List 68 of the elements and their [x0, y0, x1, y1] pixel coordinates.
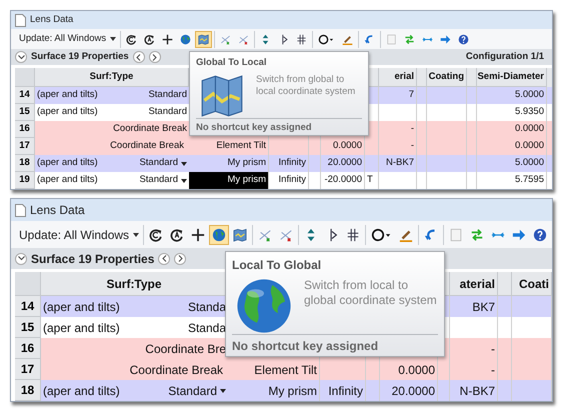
- table-cell-text: -: [410, 122, 414, 136]
- properties-title: Surface 19 Properties: [31, 250, 154, 268]
- table-cell-text: (aper and tilts): [37, 156, 98, 170]
- table-cell-text: N-BK7: [386, 156, 414, 170]
- tooltip-description: Switch from local to global coordinate system: [304, 278, 438, 309]
- table-cell-text: Standa: [188, 320, 226, 336]
- row-number: 18: [15, 155, 35, 172]
- table-cell-text: (aper and tilts): [37, 173, 98, 188]
- table-cell-text: Coordinate Break: [113, 122, 187, 136]
- table-cell-text: 5.0000: [514, 88, 544, 102]
- table-cell-text: Coordinate Break: [110, 139, 184, 154]
- table-cell-text: My prism: [268, 382, 317, 400]
- window-title: Lens Data: [30, 12, 74, 27]
- table-cell-text: Standard: [168, 382, 217, 400]
- table-cell-text: BK7: [472, 298, 495, 316]
- configuration-label: Configuration 1/1: [466, 50, 545, 64]
- row-number: 19: [15, 172, 35, 189]
- table-cell-text: Standard: [148, 88, 187, 102]
- table-cell-text: 7: [408, 88, 414, 102]
- table-cell-text: 20.0000: [392, 382, 435, 400]
- table-cell-text: -: [491, 362, 495, 378]
- window-title: Lens Data: [30, 202, 85, 219]
- table-cell-text: Element Tilt: [216, 139, 266, 154]
- properties-title: Surface 19 Properties: [31, 50, 129, 64]
- table-cell-text: -20.0000: [324, 173, 362, 188]
- table-cell-text: N-BK7: [460, 382, 495, 400]
- tooltip-title: Global To Local: [196, 56, 268, 70]
- table-cell-text: My prism: [227, 156, 266, 170]
- row-number: 15: [15, 104, 35, 121]
- table-cell-text: -: [491, 340, 495, 358]
- table-cell-text: My prism: [227, 173, 266, 188]
- table-cell-text: (aper and tilts): [37, 88, 98, 102]
- row-number: 14: [15, 296, 41, 317]
- table-cell-text: 5.9350: [514, 105, 544, 120]
- table-cell-text: 0.0000: [514, 122, 544, 136]
- table-cell-text: Standa: [188, 298, 226, 316]
- table-cell-text: 0.0000: [514, 139, 544, 154]
- table-cell-text: Infinity: [278, 173, 306, 188]
- shortcut-note: No shortcut key assigned: [232, 339, 378, 353]
- shortcut-note: No shortcut key assigned: [196, 122, 312, 134]
- table-cell-text: 5.0000: [514, 156, 544, 170]
- table-cell-text: Standard: [139, 156, 178, 170]
- table-cell-text: (aper and tilts): [43, 298, 120, 316]
- table-cell-text: (aper and tilts): [43, 320, 120, 336]
- table-cell-text: Infinity: [278, 156, 306, 170]
- table-cell-text: Coordinate Bre: [145, 340, 226, 358]
- table-cell-text: Coordinate Break: [130, 362, 223, 378]
- row-number: 16: [15, 338, 41, 359]
- table-cell-text: Infinity: [328, 382, 363, 400]
- table-cell-text: Element Tilt: [254, 362, 317, 378]
- row-number: 17: [15, 138, 35, 155]
- table-cell-text: 0.0000: [332, 139, 362, 154]
- table-cell-text: (aper and tilts): [37, 105, 98, 120]
- tooltip-description: Switch from global to local coordinate system: [256, 74, 356, 100]
- row-number: 17: [15, 359, 41, 380]
- table-cell-text: 20.0000: [328, 156, 362, 170]
- table-cell-text: Standard: [139, 173, 178, 188]
- tooltip-title: Local To Global: [232, 257, 322, 274]
- table-cell-text: (aper and tilts): [43, 382, 120, 400]
- row-number: 16: [15, 121, 35, 138]
- table-cell-text: 0.0000: [398, 362, 435, 378]
- row-number: 14: [15, 87, 35, 104]
- table-cell-text: -: [410, 139, 414, 154]
- table-cell-text: T: [367, 173, 373, 188]
- table-cell-text: Standard: [148, 105, 187, 120]
- row-number: 15: [15, 317, 41, 338]
- row-number: 18: [15, 380, 41, 401]
- table-cell-text: 5.7595: [514, 173, 544, 188]
